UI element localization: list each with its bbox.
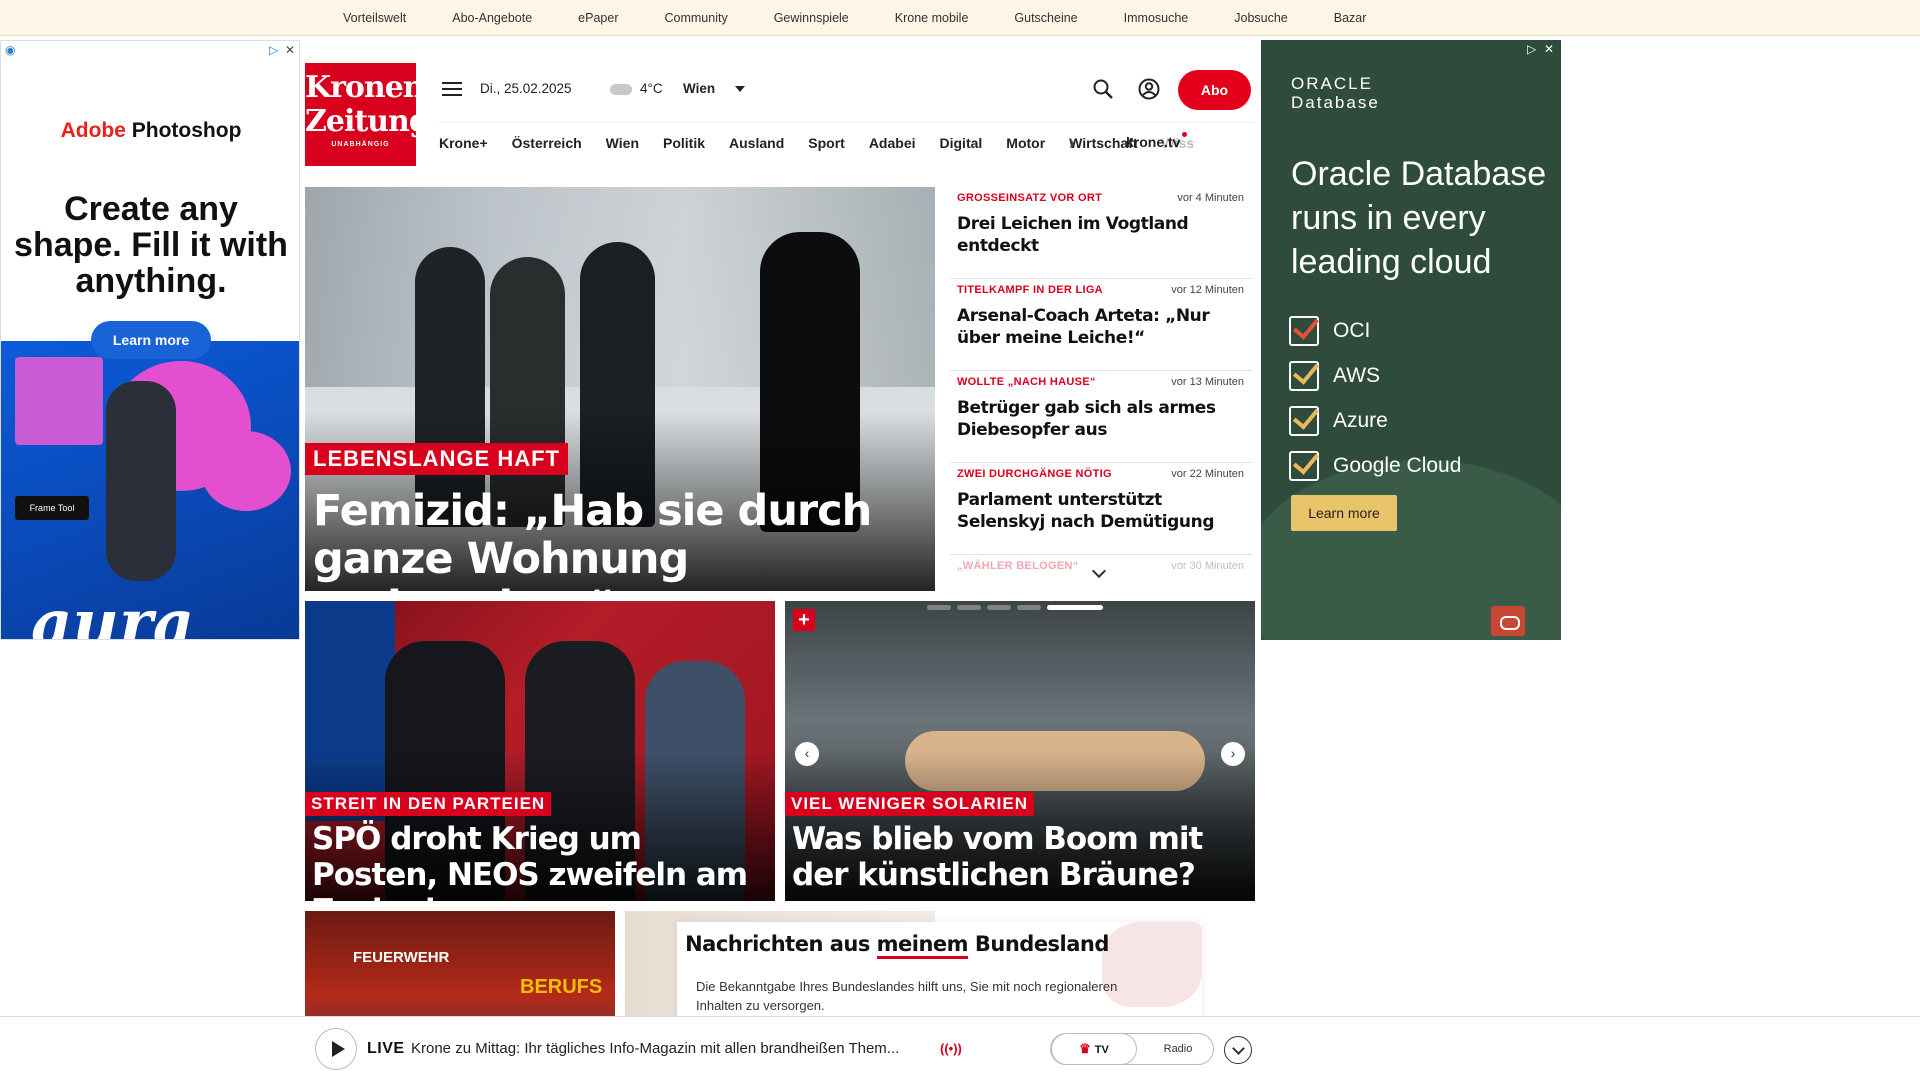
ad-art-word: aura: [31, 586, 195, 640]
live-label: LIVE: [367, 1040, 405, 1057]
nav-adabei[interactable]: Adabei: [869, 135, 916, 151]
card-kicker: VIEL WENIGER SOLARIEN: [785, 792, 1034, 816]
oracle-o-icon: [1491, 606, 1525, 636]
tv-radio-switch[interactable]: ♛ TV Radio: [1050, 1033, 1214, 1065]
list-item: OCI: [1289, 308, 1461, 353]
ticker-item[interactable]: WOLLTE „NACH HAUSE“ vor 13 Minuten Betrü…: [950, 371, 1252, 463]
toplink-gewinnspiele[interactable]: Gewinnspiele: [774, 11, 849, 25]
player-title[interactable]: Krone zu Mittag: Ihr tägliches Info-Maga…: [411, 1040, 931, 1057]
slider-prev-icon[interactable]: ‹: [795, 742, 819, 766]
ad-info-icon[interactable]: ◉: [5, 43, 15, 57]
site-header: Kronen Zeitung UNABHÄNGIG Di., 25.02.202…: [305, 40, 1255, 170]
nav-krone-tv[interactable]: krone.tv: [1126, 134, 1180, 150]
hero-article[interactable]: LEBENSLANGE HAFT Femizid: „Hab sie durch…: [305, 187, 935, 591]
bundesland-title: Nachrichten aus meinem Bundesland: [677, 932, 1117, 959]
ad-close-icon[interactable]: ✕: [285, 43, 295, 57]
ad-brand: Adobe Photoshop: [60, 119, 242, 142]
card-title[interactable]: Was blieb vom Boom mit der künstlichen B…: [792, 821, 1247, 893]
list-item: Google Cloud: [1289, 443, 1461, 488]
caret-down-icon[interactable]: [735, 86, 745, 92]
nav-wien[interactable]: Wien: [606, 135, 639, 151]
main-navigation: Krone+ Österreich Wien Politik Ausland S…: [439, 122, 1255, 162]
play-icon[interactable]: [315, 1028, 357, 1070]
ticker-item[interactable]: GROSSEINSATZ VOR ORT vor 4 Minuten Drei …: [950, 187, 1252, 279]
city-selector[interactable]: Wien: [683, 81, 715, 96]
live-player-bar: LIVE Krone zu Mittag: Ihr tägliches Info…: [0, 1016, 1920, 1080]
ad-headline: Oracle Database runs in every leading cl…: [1291, 155, 1547, 281]
expand-player-icon[interactable]: [1224, 1036, 1252, 1064]
toplink-bazar[interactable]: Bazar: [1334, 11, 1367, 25]
checkmark-icon: [1289, 450, 1319, 481]
toplink-epaper[interactable]: ePaper: [578, 11, 618, 25]
kronen-zeitung-logo[interactable]: Kronen Zeitung UNABHÄNGIG: [305, 63, 430, 166]
ad-close-icon[interactable]: ✕: [1544, 42, 1554, 56]
nav-krone-plus[interactable]: Krone+: [439, 135, 488, 151]
cloud-list: OCI AWS Azure Google Cloud: [1289, 308, 1461, 488]
ad-headline: Create any shape. Fill it with anything.: [14, 190, 288, 300]
top-links: Vorteilswelt Abo-Angebote ePaper Communi…: [343, 0, 1412, 36]
bundesland-text: Die Bekanntgabe Ihres Bundeslandes hilft…: [696, 979, 1118, 1013]
toplink-krone-mobile[interactable]: Krone mobile: [895, 11, 969, 25]
cloud-icon: [610, 84, 632, 95]
ad-learn-more-button[interactable]: Learn more: [91, 321, 211, 359]
header-date: Di., 25.02.2025: [480, 81, 572, 96]
frame-tool-label: Frame Tool: [15, 496, 89, 520]
ad-choices-icon[interactable]: ▷: [269, 43, 278, 57]
adobe-ad[interactable]: ◉ ▷ ✕ Adobe Photoshop Create any shape. …: [0, 40, 300, 640]
card-kicker: STREIT IN DEN PARTEIEN: [305, 792, 552, 816]
card-title[interactable]: SPÖ droht Krieg um Posten, NEOS zweifeln…: [312, 821, 767, 901]
news-ticker: GROSSEINSATZ VOR ORT vor 4 Minuten Drei …: [950, 187, 1252, 583]
top-service-bar: Vorteilswelt Abo-Angebote ePaper Communi…: [0, 0, 1920, 36]
slider-next-icon[interactable]: ›: [1221, 742, 1245, 766]
ticker-item[interactable]: TITELKAMPF IN DER LIGA vor 12 Minuten Ar…: [950, 279, 1252, 371]
user-account-icon[interactable]: [1138, 78, 1160, 100]
oracle-ad[interactable]: ▷ ✕ ORACLE Database Oracle Database runs …: [1261, 40, 1561, 640]
krone-plus-icon: +: [793, 609, 815, 631]
article-card-slider[interactable]: + ‹ › VIEL WENIGER SOLARIEN Was blieb vo…: [785, 601, 1255, 901]
checkmark-icon: [1289, 405, 1319, 436]
search-icon[interactable]: [1092, 78, 1114, 100]
toplink-abo-angebote[interactable]: Abo-Angebote: [452, 11, 532, 25]
toplink-immosuche[interactable]: Immosuche: [1124, 11, 1189, 25]
nav-politik[interactable]: Politik: [663, 135, 705, 151]
checkmark-icon: [1289, 315, 1319, 346]
hero-title[interactable]: Femizid: „Hab sie durch ganze Wohnung ge…: [313, 487, 928, 591]
list-item: Azure: [1289, 398, 1461, 443]
checkmark-icon: [1289, 360, 1319, 391]
hero-kicker: LEBENSLANGE HAFT: [305, 443, 568, 475]
abo-button[interactable]: Abo: [1178, 70, 1251, 110]
oracle-logo: ORACLE Database: [1291, 74, 1380, 112]
toplink-gutscheine[interactable]: Gutscheine: [1014, 11, 1077, 25]
ad-choices-icon[interactable]: ▷: [1527, 42, 1536, 56]
toplink-jobsuche[interactable]: Jobsuche: [1234, 11, 1288, 25]
nav-digital[interactable]: Digital: [940, 135, 983, 151]
slider-dots[interactable]: [927, 605, 1103, 610]
broadcast-icon: ((•)): [940, 1041, 962, 1056]
live-dot-icon: [1182, 132, 1187, 137]
menu-icon[interactable]: [442, 82, 462, 96]
list-item: AWS: [1289, 353, 1461, 398]
nav-scroll-right-icon[interactable]: ›: [1069, 133, 1075, 154]
toplink-community[interactable]: Community: [664, 11, 727, 25]
toplink-vorteilswelt[interactable]: Vorteilswelt: [343, 11, 406, 25]
article-card-politics[interactable]: STREIT IN DEN PARTEIEN SPÖ droht Krieg u…: [305, 601, 775, 901]
ticker-item[interactable]: ZWEI DURCHGÄNGE NÖTIG vor 22 Minuten Par…: [950, 463, 1252, 555]
nav-ausland[interactable]: Ausland: [729, 135, 784, 151]
header-temperature: 4°C: [640, 81, 663, 96]
ad-learn-more-button[interactable]: Learn more: [1291, 495, 1397, 531]
radio-toggle[interactable]: Radio: [1147, 1034, 1209, 1064]
nav-sport[interactable]: Sport: [808, 135, 845, 151]
nav-motor[interactable]: Motor: [1006, 135, 1045, 151]
nav-oesterreich[interactable]: Österreich: [512, 135, 582, 151]
crown-icon: ♛: [1079, 1041, 1091, 1056]
tv-toggle[interactable]: ♛ TV: [1051, 1033, 1137, 1065]
